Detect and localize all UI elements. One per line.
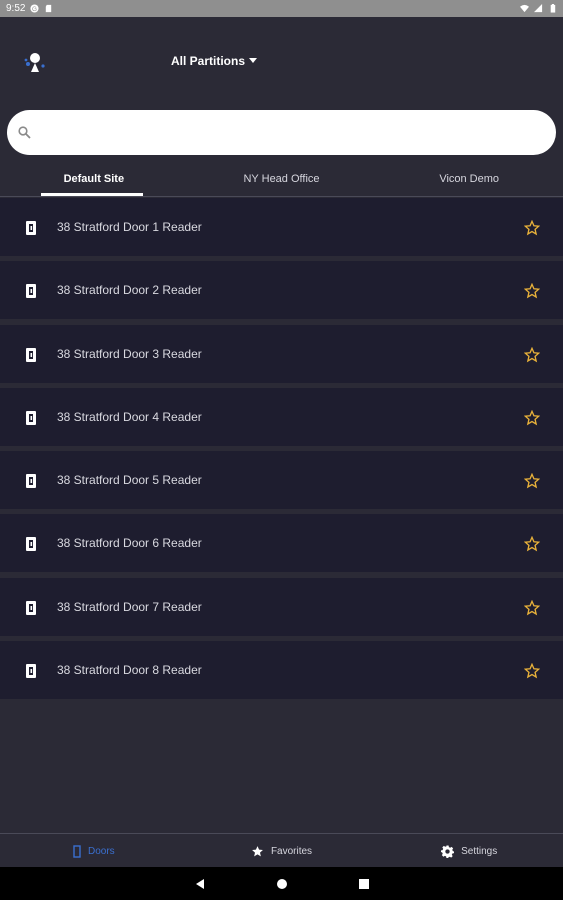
door-label: 38 Stratford Door 3 Reader <box>57 346 202 361</box>
gear-icon <box>441 845 455 858</box>
door-reader-icon <box>26 600 36 615</box>
tab-label: Vicon Demo <box>439 173 500 185</box>
door-icon <box>73 844 81 858</box>
app-header: All Partitions Default Site NY Head Offi… <box>0 17 563 197</box>
door-reader-icon <box>26 537 36 552</box>
favorite-star-icon[interactable] <box>524 283 540 299</box>
door-list: 38 Stratford Door 1 Reader 38 Stratford … <box>0 198 563 704</box>
battery-icon <box>550 4 556 13</box>
door-label: 38 Stratford Door 6 Reader <box>57 536 202 551</box>
door-label: 38 Stratford Door 5 Reader <box>57 473 202 488</box>
door-reader-icon <box>26 410 36 425</box>
sd-card-icon <box>46 4 52 13</box>
door-list-item[interactable]: 38 Stratford Door 3 Reader <box>0 324 563 383</box>
partition-label: All Partitions <box>171 54 246 68</box>
favorite-star-icon[interactable] <box>524 346 540 363</box>
app-notification-icon: G <box>30 4 40 13</box>
door-label: 38 Stratford Door 4 Reader <box>57 409 202 424</box>
tab-label: NY Head Office <box>243 173 320 185</box>
star-icon <box>252 845 263 856</box>
door-reader-icon <box>26 664 36 679</box>
favorite-star-icon[interactable] <box>524 536 540 552</box>
door-label: 38 Stratford Door 1 Reader <box>57 220 202 234</box>
tabs-divider <box>0 196 563 197</box>
nav-settings[interactable]: Settings <box>375 845 563 858</box>
search-bar[interactable] <box>7 110 556 155</box>
search-input[interactable] <box>39 124 556 141</box>
nav-label: Favorites <box>270 845 313 857</box>
door-reader-icon <box>26 221 36 235</box>
partition-selector[interactable]: All Partitions <box>171 54 258 68</box>
door-label: 38 Stratford Door 2 Reader <box>57 283 202 298</box>
system-navigation-bar <box>0 867 563 900</box>
svg-text:G: G <box>33 6 38 13</box>
recents-icon[interactable] <box>358 878 370 890</box>
nav-favorites[interactable]: Favorites <box>188 845 376 858</box>
site-tabs: Default Site NY Head Office Vicon Demo <box>0 169 563 197</box>
door-reader-icon <box>26 474 36 489</box>
door-list-item[interactable]: 38 Stratford Door 8 Reader <box>0 641 563 700</box>
tab-vicon-demo[interactable]: Vicon Demo <box>375 169 563 197</box>
status-bar: 9:52 G <box>0 0 563 17</box>
back-icon[interactable] <box>194 878 206 890</box>
caret-down-icon <box>249 58 258 63</box>
favorite-star-icon[interactable] <box>524 473 540 489</box>
bottom-nav: Doors Favorites Settings <box>0 833 563 868</box>
favorite-star-icon[interactable] <box>524 599 540 616</box>
favorite-star-icon[interactable] <box>524 663 540 679</box>
nav-label: Settings <box>461 845 498 857</box>
door-list-item[interactable]: 38 Stratford Door 1 Reader <box>0 198 563 256</box>
cell-signal-icon <box>534 4 543 13</box>
door-label: 38 Stratford Door 7 Reader <box>57 599 202 614</box>
favorite-star-icon[interactable] <box>524 409 540 426</box>
home-icon[interactable] <box>276 878 288 890</box>
door-reader-icon <box>26 284 36 299</box>
door-list-item[interactable]: 38 Stratford Door 4 Reader <box>0 387 563 446</box>
door-reader-icon <box>26 347 36 362</box>
tab-ny-head-office[interactable]: NY Head Office <box>188 169 376 197</box>
door-list-item[interactable]: 38 Stratford Door 6 Reader <box>0 514 563 573</box>
door-label: 38 Stratford Door 8 Reader <box>57 663 202 678</box>
door-list-item[interactable]: 38 Stratford Door 7 Reader <box>0 577 563 636</box>
door-list-item[interactable]: 38 Stratford Door 2 Reader <box>0 261 563 320</box>
app-logo-icon[interactable] <box>22 50 48 74</box>
tab-label: Default Site <box>63 173 125 185</box>
nav-label: Doors <box>87 845 115 857</box>
tab-default-site[interactable]: Default Site <box>0 169 188 197</box>
search-icon <box>18 126 31 139</box>
wifi-icon <box>520 4 529 13</box>
door-list-item[interactable]: 38 Stratford Door 5 Reader <box>0 451 563 510</box>
favorite-star-icon[interactable] <box>524 220 540 236</box>
status-time: 9:52 <box>6 3 26 14</box>
nav-doors[interactable]: Doors <box>0 844 188 858</box>
